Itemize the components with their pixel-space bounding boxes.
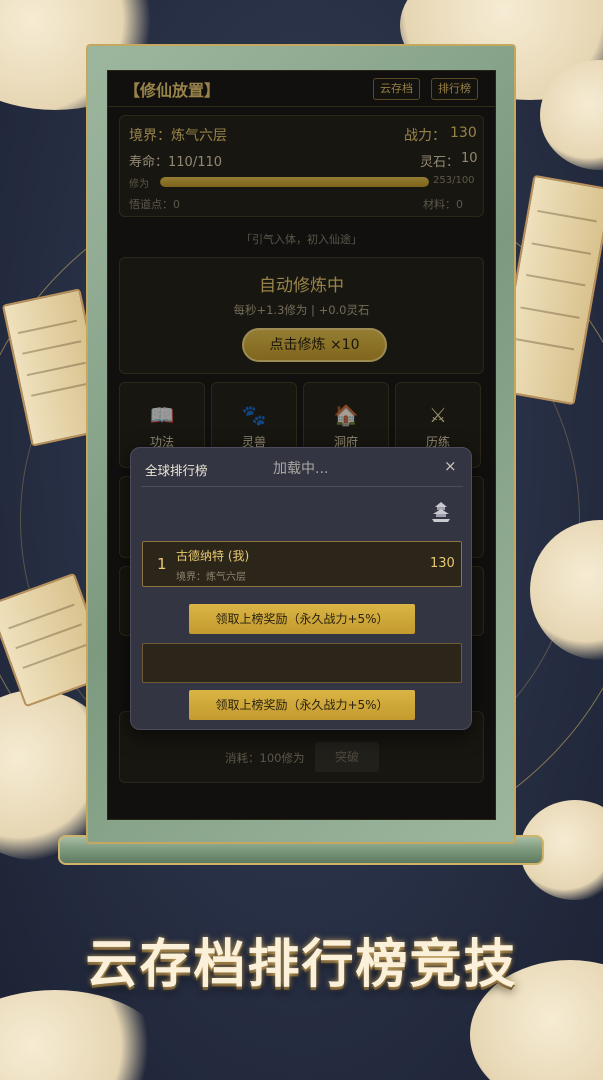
player-realm: 境界：炼气六层 bbox=[176, 572, 246, 583]
close-icon[interactable]: × bbox=[444, 457, 457, 475]
claim-reward-button[interactable]: 领取上榜奖励（永久战力+5%） bbox=[189, 690, 415, 720]
modal-title: 全球排行榜 bbox=[145, 463, 208, 478]
pagoda-icon bbox=[432, 502, 450, 522]
empty-leaderboard-row bbox=[142, 643, 462, 683]
promo-banner: 云存档排行榜竞技 bbox=[85, 934, 518, 995]
player-power: 130 bbox=[430, 556, 455, 571]
leaderboard-modal: 全球排行榜 加载中... × 1 古德纳特 (我) 境界：炼气六层 130 领取… bbox=[130, 447, 472, 730]
player-name: 古德纳特 (我) bbox=[176, 549, 250, 563]
modal-divider bbox=[141, 486, 463, 487]
leaderboard-row[interactable]: 1 古德纳特 (我) 境界：炼气六层 130 bbox=[142, 541, 462, 587]
rank-number: 1 bbox=[157, 555, 167, 573]
loading-text: 加载中... bbox=[273, 461, 329, 477]
claim-reward-button[interactable]: 领取上榜奖励（永久战力+5%） bbox=[189, 604, 415, 634]
cloud-decoration bbox=[0, 990, 170, 1080]
